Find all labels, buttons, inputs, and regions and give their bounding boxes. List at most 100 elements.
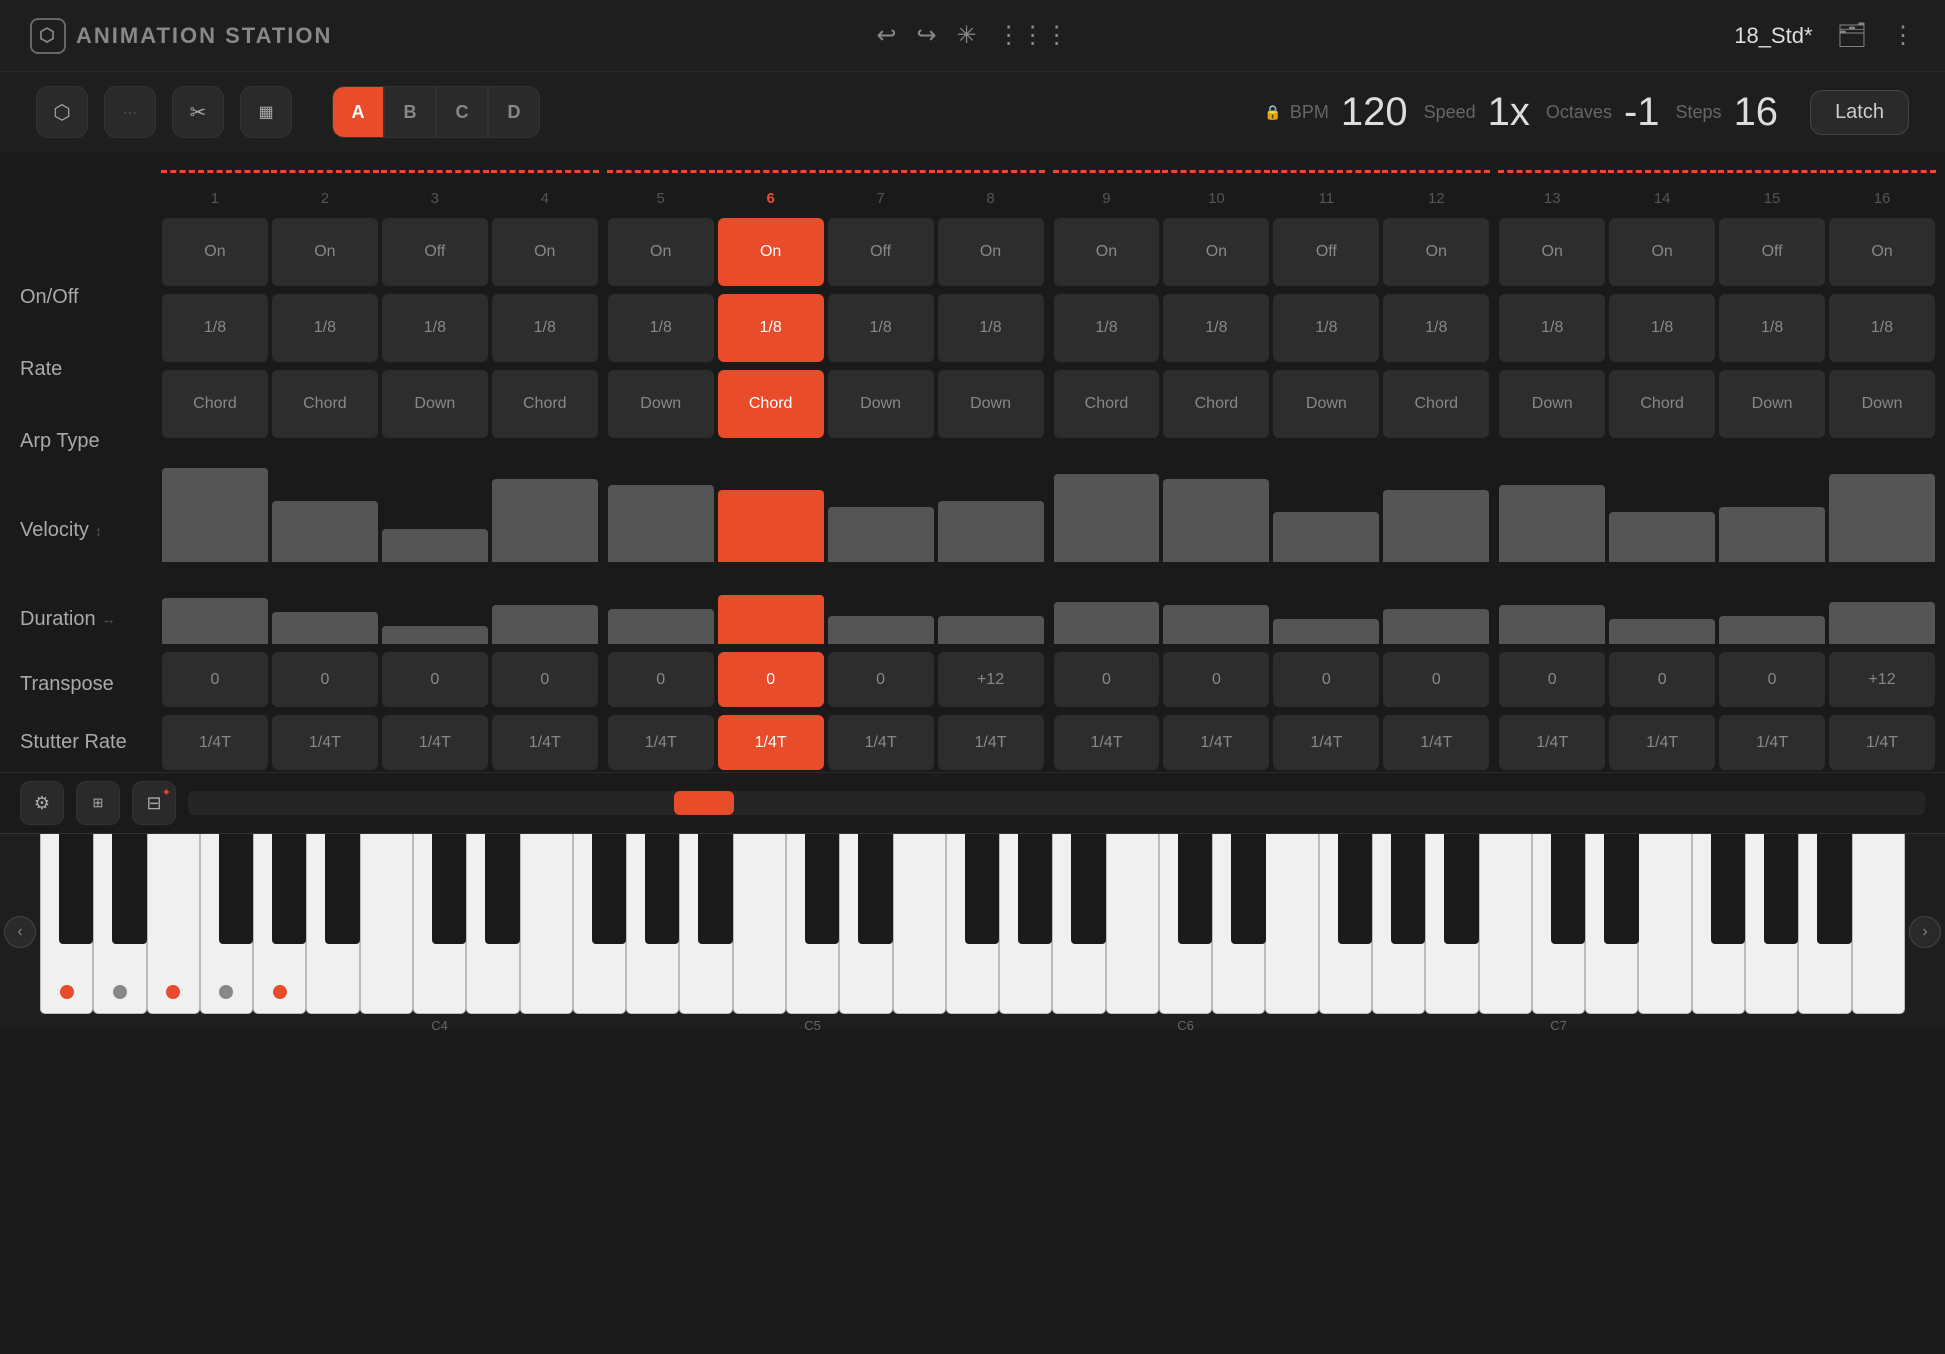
velocity-bar-13[interactable] <box>1499 446 1605 562</box>
white-key-2-6[interactable] <box>1106 834 1159 1014</box>
transpose-row-step-16[interactable]: +12 <box>1829 652 1935 707</box>
rate-row-step-2[interactable]: 1/8 <box>272 294 378 362</box>
velocity-bar-12[interactable] <box>1383 446 1489 562</box>
white-key-0-2[interactable] <box>147 834 200 1014</box>
rate-row-step-5[interactable]: 1/8 <box>608 294 714 362</box>
transpose-row-step-1[interactable]: 0 <box>162 652 268 707</box>
onoff-row-step-9[interactable]: On <box>1054 218 1160 286</box>
white-key-2-1[interactable] <box>839 834 892 1014</box>
white-key-1-4[interactable] <box>626 834 679 1014</box>
white-key-4-1[interactable] <box>1585 834 1638 1014</box>
white-key-3-4[interactable] <box>1372 834 1425 1014</box>
arptype-row-step-2[interactable]: Chord <box>272 370 378 438</box>
rate-row-step-11[interactable]: 1/8 <box>1273 294 1379 362</box>
rate-row-step-15[interactable]: 1/8 <box>1719 294 1825 362</box>
white-key-3-2[interactable] <box>1265 834 1318 1014</box>
white-key-0-3[interactable] <box>200 834 253 1014</box>
transpose-row-step-13[interactable]: 0 <box>1499 652 1605 707</box>
stutter-row-step-2[interactable]: 1/4T <box>272 715 378 770</box>
velocity-bar-5[interactable] <box>608 446 714 562</box>
transpose-row-step-4[interactable]: 0 <box>492 652 598 707</box>
stutter-row-step-1[interactable]: 1/4T <box>162 715 268 770</box>
velocity-bar-6[interactable] <box>718 446 824 562</box>
piano-scrollbar[interactable] <box>188 791 1925 815</box>
velocity-bar-11[interactable] <box>1273 446 1379 562</box>
rate-row-step-13[interactable]: 1/8 <box>1499 294 1605 362</box>
duration-bar-9[interactable] <box>1054 570 1160 644</box>
onoff-row-step-15[interactable]: Off <box>1719 218 1825 286</box>
rate-row-step-12[interactable]: 1/8 <box>1383 294 1489 362</box>
onoff-row-step-16[interactable]: On <box>1829 218 1935 286</box>
rate-row-step-8[interactable]: 1/8 <box>938 294 1044 362</box>
velocity-bar-9[interactable] <box>1054 446 1160 562</box>
white-key-1-3[interactable] <box>573 834 626 1014</box>
onoff-row-step-3[interactable]: Off <box>382 218 488 286</box>
duration-bar-3[interactable] <box>382 570 488 644</box>
stutter-row-step-6[interactable]: 1/4T <box>718 715 824 770</box>
white-key-3-5[interactable] <box>1425 834 1478 1014</box>
velocity-bar-7[interactable] <box>828 446 934 562</box>
rate-row-step-16[interactable]: 1/8 <box>1829 294 1935 362</box>
transpose-row-step-15[interactable]: 0 <box>1719 652 1825 707</box>
duration-bar-11[interactable] <box>1273 570 1379 644</box>
white-key-3-1[interactable] <box>1212 834 1265 1014</box>
white-key-1-5[interactable] <box>679 834 732 1014</box>
stutter-row-step-15[interactable]: 1/4T <box>1719 715 1825 770</box>
onoff-row-step-1[interactable]: On <box>162 218 268 286</box>
white-key-1-0[interactable]: C4 <box>413 834 466 1014</box>
onoff-row-step-10[interactable]: On <box>1163 218 1269 286</box>
arptype-row-step-4[interactable]: Chord <box>492 370 598 438</box>
piano-right-button[interactable]: › <box>1909 916 1941 948</box>
duration-bar-16[interactable] <box>1829 570 1935 644</box>
white-key-4-0[interactable]: C7 <box>1532 834 1585 1014</box>
more-button[interactable]: ⋮ <box>1891 21 1915 50</box>
transpose-row-step-6[interactable]: 0 <box>718 652 824 707</box>
arptype-row-step-9[interactable]: Chord <box>1054 370 1160 438</box>
white-key-1-6[interactable] <box>733 834 786 1014</box>
pattern-b-button[interactable]: B <box>384 86 436 138</box>
white-key-4-2[interactable] <box>1638 834 1691 1014</box>
transpose-row-step-3[interactable]: 0 <box>382 652 488 707</box>
duration-bar-7[interactable] <box>828 570 934 644</box>
stutter-row-step-4[interactable]: 1/4T <box>492 715 598 770</box>
folder-button[interactable]: 🗂 <box>1837 21 1867 50</box>
dots-tool-button[interactable]: ⋯ <box>104 86 156 138</box>
white-key-2-4[interactable] <box>999 834 1052 1014</box>
white-key-2-5[interactable] <box>1052 834 1105 1014</box>
duration-bar-13[interactable] <box>1499 570 1605 644</box>
rate-row-step-1[interactable]: 1/8 <box>162 294 268 362</box>
rate-row-step-10[interactable]: 1/8 <box>1163 294 1269 362</box>
white-key-0-6[interactable] <box>360 834 413 1014</box>
velocity-bar-10[interactable] <box>1163 446 1269 562</box>
stutter-row-step-5[interactable]: 1/4T <box>608 715 714 770</box>
arptype-row-step-7[interactable]: Down <box>828 370 934 438</box>
onoff-row-step-13[interactable]: On <box>1499 218 1605 286</box>
piano-settings-button[interactable]: ⚙ <box>20 781 64 825</box>
stutter-row-step-12[interactable]: 1/4T <box>1383 715 1489 770</box>
undo-button[interactable]: ↩ <box>876 21 896 50</box>
pattern-a-button[interactable]: A <box>332 86 384 138</box>
arptype-row-step-6[interactable]: Chord <box>718 370 824 438</box>
onoff-row-step-11[interactable]: Off <box>1273 218 1379 286</box>
onoff-row-step-14[interactable]: On <box>1609 218 1715 286</box>
latch-button[interactable]: Latch <box>1810 90 1909 135</box>
white-key-2-0[interactable]: C5 <box>786 834 839 1014</box>
pattern-c-button[interactable]: C <box>436 86 488 138</box>
white-key-2-2[interactable] <box>893 834 946 1014</box>
duration-bar-1[interactable] <box>162 570 268 644</box>
white-key-4-6[interactable] <box>1852 834 1905 1014</box>
transpose-row-step-10[interactable]: 0 <box>1163 652 1269 707</box>
arptype-row-step-1[interactable]: Chord <box>162 370 268 438</box>
arptype-row-step-13[interactable]: Down <box>1499 370 1605 438</box>
white-key-3-3[interactable] <box>1319 834 1372 1014</box>
redo-button[interactable]: ↪ <box>916 21 936 50</box>
transpose-row-step-9[interactable]: 0 <box>1054 652 1160 707</box>
rate-row-step-4[interactable]: 1/8 <box>492 294 598 362</box>
piano-left-button[interactable]: ‹ <box>4 916 36 948</box>
transpose-row-step-7[interactable]: 0 <box>828 652 934 707</box>
white-key-4-3[interactable] <box>1692 834 1745 1014</box>
piano-layout-button[interactable]: ✦ ⊟ <box>132 781 176 825</box>
pattern-d-button[interactable]: D <box>488 86 540 138</box>
onoff-row-step-4[interactable]: On <box>492 218 598 286</box>
metronome-button[interactable]: ⋮⋮⋮ <box>997 21 1069 50</box>
